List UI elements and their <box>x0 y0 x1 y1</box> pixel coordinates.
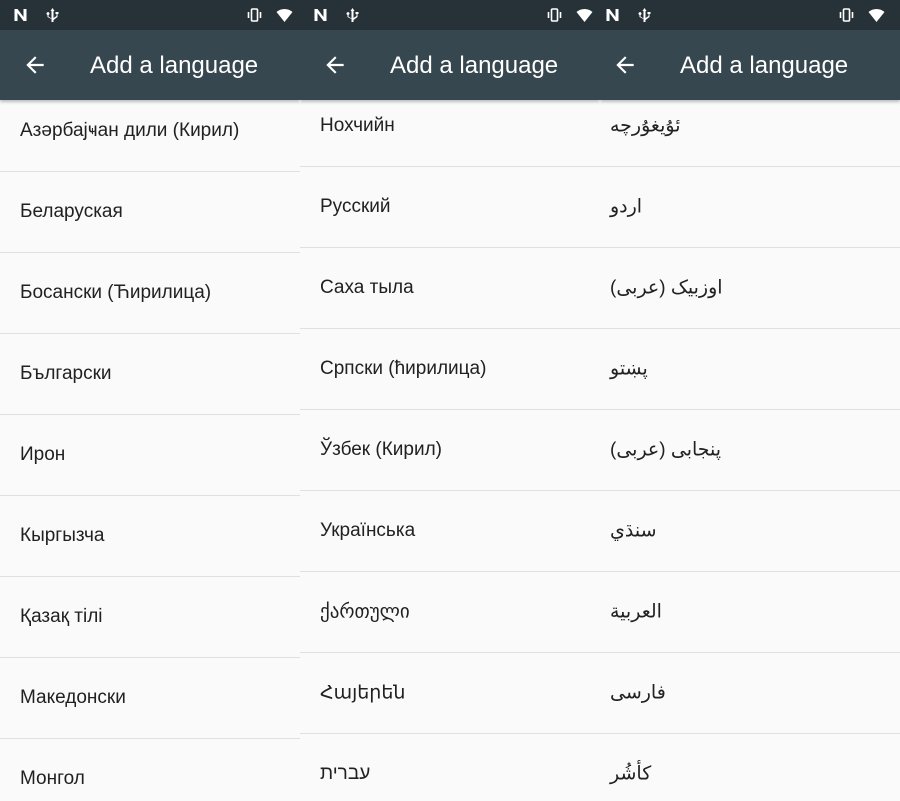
wifi-icon <box>276 7 293 23</box>
wifi-icon <box>868 7 885 23</box>
language-label: Нохчийн <box>320 115 395 136</box>
nfc-n-icon <box>12 7 29 23</box>
language-item[interactable]: کأشُر <box>600 734 900 801</box>
language-item[interactable]: Български <box>0 334 300 415</box>
language-list: ئۇيغۇرچە اردو اوزبیک (عربی) پښتو پنجابی … <box>600 86 900 801</box>
language-item[interactable]: اوزبیک (عربی) <box>600 248 900 329</box>
language-label: Македонски <box>20 687 126 708</box>
screen-panel-3: Add a language ئۇيغۇرچە اردو اوزبیک (عرب… <box>600 0 900 801</box>
language-label: اردو <box>610 196 643 218</box>
vibrate-icon <box>246 7 263 23</box>
language-item[interactable]: Қазақ тілі <box>0 577 300 658</box>
language-label: پنجابی (عربی) <box>610 439 722 461</box>
language-item[interactable]: עברית <box>300 734 600 801</box>
usb-icon <box>44 7 61 23</box>
back-arrow-icon[interactable] <box>612 52 638 78</box>
language-item[interactable]: Босански (Ћирилица) <box>0 253 300 334</box>
usb-icon <box>636 7 653 23</box>
nfc-n-icon <box>604 7 621 23</box>
status-bar <box>600 0 900 30</box>
language-label: Български <box>20 363 112 384</box>
language-label: Азәрбајҹан дили (Кирил) <box>20 120 240 141</box>
language-label: فارسی <box>610 682 666 704</box>
language-list: Азәрбајҹан дили (Кирил) Беларуская Босан… <box>0 91 300 801</box>
language-item[interactable]: پنجابی (عربی) <box>600 410 900 491</box>
language-label: Босански (Ћирилица) <box>20 282 212 303</box>
language-label: Қазақ тілі <box>20 606 103 627</box>
language-label: Саха тыла <box>320 277 414 298</box>
app-toolbar: Add a language <box>0 30 300 100</box>
status-bar <box>300 0 600 30</box>
language-item[interactable]: Ирон <box>0 415 300 496</box>
language-item[interactable]: اردو <box>600 167 900 248</box>
language-item[interactable]: Српски (ћирилица) <box>300 329 600 410</box>
language-label: Монгол <box>20 768 85 789</box>
language-label: Русский <box>320 196 391 217</box>
vibrate-icon <box>546 7 563 23</box>
language-item[interactable]: ქართული <box>300 572 600 653</box>
language-item[interactable]: Беларуская <box>0 172 300 253</box>
vibrate-icon <box>838 7 855 23</box>
language-label: پښتو <box>610 358 648 380</box>
language-label: Беларуская <box>20 201 123 222</box>
language-label: Кыргызча <box>20 525 105 546</box>
language-item[interactable]: Кыргызча <box>0 496 300 577</box>
language-item[interactable]: پښتو <box>600 329 900 410</box>
language-label: سنڌي <box>610 520 657 542</box>
language-label: Українська <box>320 520 416 541</box>
screen-panel-2: Add a language Нохчийн Русский Саха тыла… <box>300 0 600 801</box>
language-item[interactable]: Українська <box>300 491 600 572</box>
nfc-n-icon <box>312 7 329 23</box>
language-label: Ирон <box>20 444 66 465</box>
page-title: Add a language <box>680 52 849 79</box>
language-label: العربية <box>610 601 662 623</box>
language-item[interactable]: Македонски <box>0 658 300 739</box>
language-list: Нохчийн Русский Саха тыла Српски (ћирили… <box>300 86 600 801</box>
app-toolbar: Add a language <box>300 30 600 100</box>
language-item[interactable]: Саха тыла <box>300 248 600 329</box>
usb-icon <box>344 7 361 23</box>
back-arrow-icon[interactable] <box>22 52 48 78</box>
language-item[interactable]: Русский <box>300 167 600 248</box>
language-item[interactable]: Монгол <box>0 739 300 801</box>
page-title: Add a language <box>390 52 559 79</box>
language-label: Српски (ћирилица) <box>320 358 487 379</box>
language-label: اوزبیک (عربی) <box>610 277 723 299</box>
screen-panel-1: Add a language Азәрбајҹан дили (Кирил) Б… <box>0 0 300 801</box>
language-label: Հայերեն <box>320 682 406 704</box>
language-label: עברית <box>320 763 371 784</box>
wifi-icon <box>576 7 593 23</box>
app-toolbar: Add a language <box>600 30 900 100</box>
language-item[interactable]: Азәрбајҹан дили (Кирил) <box>0 91 300 172</box>
language-item[interactable]: سنڌي <box>600 491 900 572</box>
language-label: ئۇيغۇرچە <box>610 115 681 137</box>
status-bar <box>0 0 300 30</box>
back-arrow-icon[interactable] <box>322 52 348 78</box>
language-item[interactable]: العربية <box>600 572 900 653</box>
language-label: Ўзбек (Кирил) <box>320 439 442 460</box>
language-label: ქართული <box>320 601 410 623</box>
language-item[interactable]: Ўзбек (Кирил) <box>300 410 600 491</box>
language-label: کأشُر <box>610 763 652 785</box>
language-item[interactable]: فارسی <box>600 653 900 734</box>
page-title: Add a language <box>90 52 259 79</box>
language-item[interactable]: Հայերեն <box>300 653 600 734</box>
